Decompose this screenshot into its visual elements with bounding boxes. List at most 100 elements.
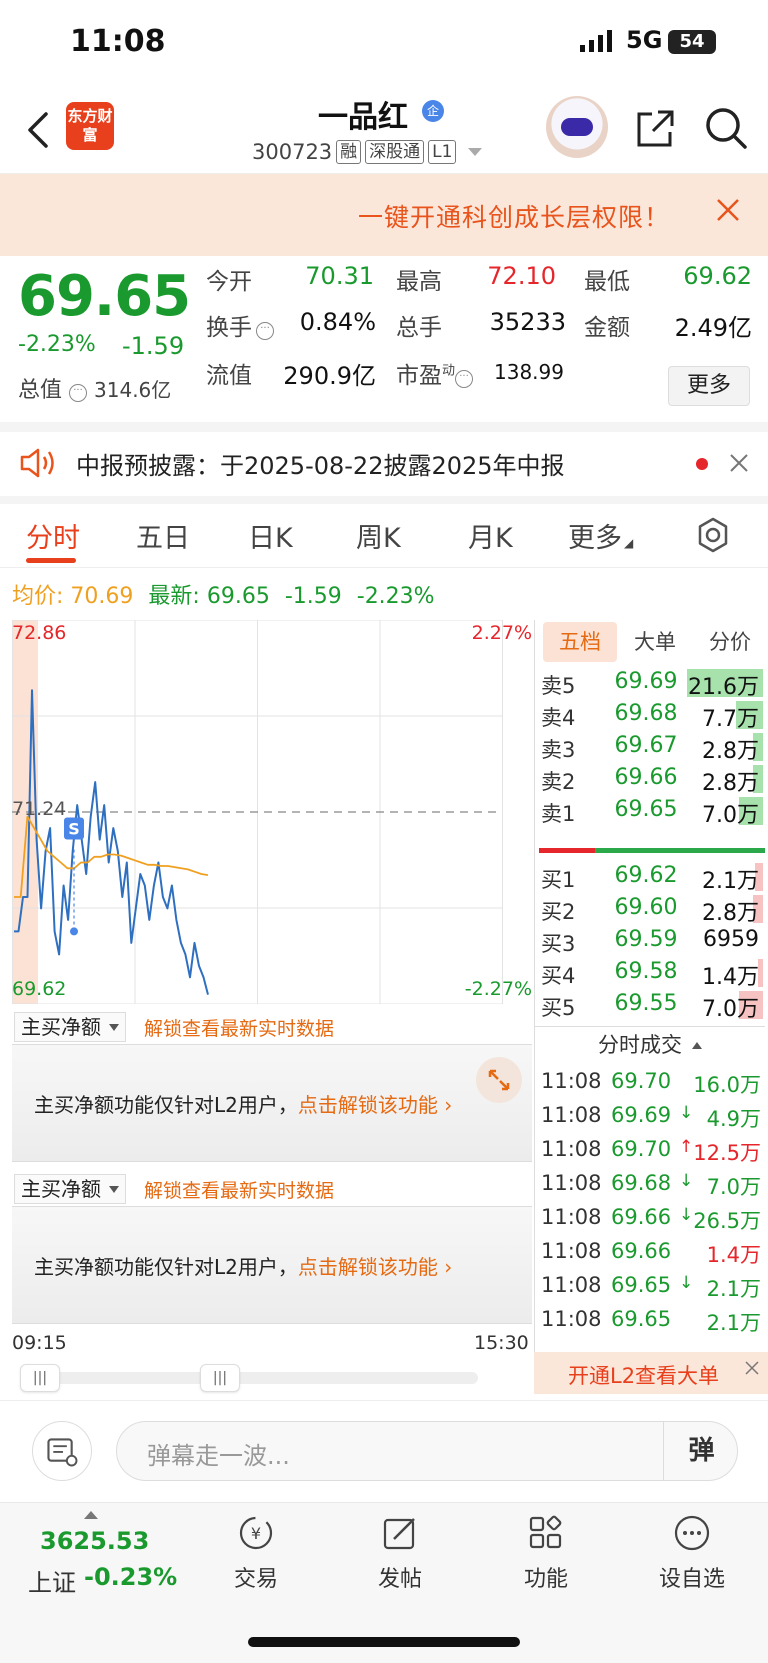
market-cap: 总值 ··· 314.6亿 <box>18 372 171 404</box>
trade-marker-label: S <box>68 820 80 839</box>
volume-value: 35233 <box>489 308 566 336</box>
unlock-feature-link[interactable]: 点击解锁该功能 <box>298 1093 438 1117</box>
chevron-down-icon[interactable] <box>468 148 483 156</box>
share-icon[interactable] <box>634 108 676 150</box>
sell-strength-bar <box>539 848 595 853</box>
bid-volume: 2.8万 <box>702 901 759 926</box>
nav-trade-label: 交易 <box>233 1567 278 1592</box>
info-icon[interactable]: ··· <box>455 370 474 388</box>
bid-row[interactable]: 买5 69.55 7.0万 <box>535 988 765 1022</box>
change-amount: -1.59 <box>122 332 185 360</box>
market-cap-label: 总值 <box>18 378 63 403</box>
range-slider-track[interactable] <box>20 1372 478 1384</box>
caret-up-icon[interactable] <box>84 1511 98 1519</box>
home-indicator <box>248 1637 520 1647</box>
range-slider-handle-right[interactable]: ||| <box>200 1364 240 1392</box>
bid-volume: 1.4万 <box>702 965 759 990</box>
ask-row[interactable]: 卖1 69.65 7.0万 <box>535 794 765 828</box>
bid-row[interactable]: 买3 69.59 6959 <box>535 924 765 958</box>
signal-icon <box>580 30 612 52</box>
ask-volume: 21.6万 <box>688 675 759 700</box>
volume-label: 总手 <box>396 315 442 341</box>
turnover-label: 换手 ··· <box>206 308 274 342</box>
nav-post[interactable]: 发帖 <box>350 1513 450 1593</box>
unlock-link[interactable]: 解锁查看最新实时数据 <box>144 1014 334 1041</box>
indicator-select[interactable]: 主买净额 <box>14 1174 126 1204</box>
tab-weekly-k[interactable]: 周K <box>356 516 401 555</box>
indicator-panel-body: 主买净额功能仅针对L2用户，点击解锁该功能 › <box>12 1044 532 1162</box>
unlock-link[interactable]: 解锁查看最新实时数据 <box>144 1176 334 1203</box>
more-button[interactable]: 更多 <box>668 366 750 406</box>
indicator-select[interactable]: 主买净额 <box>14 1012 126 1042</box>
open-label: 今开 <box>206 269 252 295</box>
tab-intraday[interactable]: 分时 <box>26 516 80 555</box>
ask-row[interactable]: 卖3 69.67 2.8万 <box>535 730 765 764</box>
divider <box>0 422 768 432</box>
promo-text[interactable]: 一键开通科创成长层权限！ <box>358 198 670 234</box>
close-icon[interactable] <box>744 1360 760 1376</box>
assistant-avatar[interactable] <box>546 96 608 158</box>
trade-arrow: ↓ <box>679 1103 694 1123</box>
caret-down-icon <box>109 1024 119 1031</box>
indicator-panel-head: 主买净额 解锁查看最新实时数据 <box>12 1168 532 1206</box>
close-icon[interactable] <box>728 452 750 474</box>
nav-trade[interactable]: ¥ 交易 <box>206 1513 306 1593</box>
ask-row[interactable]: 卖2 69.66 2.8万 <box>535 762 765 796</box>
bid-price: 69.55 <box>614 991 678 1016</box>
intraday-chart[interactable]: S 72.86 71.24 69.62 2.27% -2.27% <box>12 620 532 1004</box>
avg-value: 70.69 <box>70 584 134 609</box>
more-dots-icon <box>674 1515 710 1551</box>
index-name[interactable]: 上证 <box>28 1563 76 1598</box>
info-icon[interactable]: ··· <box>256 322 274 340</box>
trades-header[interactable]: 分时成交 <box>535 1026 765 1062</box>
range-slider-handle-left[interactable]: ||| <box>20 1364 60 1392</box>
grid-icon <box>529 1515 562 1549</box>
ask-row[interactable]: 卖4 69.68 7.7万 <box>535 698 765 732</box>
back-icon[interactable] <box>24 110 54 150</box>
ask-price: 69.66 <box>614 765 678 790</box>
float-cap-label: 流值 <box>206 363 252 389</box>
trade-volume: 16.0万 <box>693 1073 761 1097</box>
bid-price: 69.62 <box>614 863 678 888</box>
danmaku-input[interactable]: 弹幕走一波... 弹 <box>116 1421 738 1481</box>
bid-row[interactable]: 买4 69.58 1.4万 <box>535 956 765 990</box>
info-icon[interactable]: ··· <box>69 384 88 402</box>
tab-five-day[interactable]: 五日 <box>136 516 190 555</box>
stock-code-row[interactable]: 300723 融 深股通 L1 <box>252 140 483 164</box>
tab-big-orders[interactable]: 大单 <box>619 622 691 662</box>
bid-row[interactable]: 买2 69.60 2.8万 <box>535 892 765 926</box>
trade-time: 11:08 <box>541 1137 602 1161</box>
tab-price-distribution[interactable]: 分价 <box>693 622 767 662</box>
ask-price: 69.65 <box>614 797 678 822</box>
expand-icon[interactable] <box>476 1057 522 1103</box>
axis-min-price: 69.62 <box>12 978 67 1000</box>
tab-more[interactable]: 更多 ◢ <box>568 516 633 555</box>
notice-bar[interactable]: 中报预披露：于2025-08-22披露2025年中报 <box>0 432 768 496</box>
close-icon[interactable] <box>714 196 742 224</box>
danmaku-send-button[interactable]: 弹 <box>663 1422 739 1480</box>
trade-time: 11:08 <box>541 1205 602 1229</box>
index-change-pct[interactable]: -0.23% <box>84 1563 177 1591</box>
axis-ref-price: 71.24 <box>12 798 67 820</box>
trade-time: 11:08 <box>541 1239 602 1263</box>
bid-label: 买3 <box>541 932 576 956</box>
unlock-feature-link[interactable]: 点击解锁该功能 <box>298 1255 438 1279</box>
tab-five-levels[interactable]: 五档 <box>543 622 617 662</box>
l2-upsell-banner[interactable]: 开通L2查看大单 <box>534 1352 768 1394</box>
nav-add-watchlist[interactable]: 设自选 <box>642 1513 742 1593</box>
promo-banner[interactable]: 一键开通科创成长层权限！ <box>0 174 768 256</box>
battery-icon: 54 <box>668 30 716 54</box>
index-value[interactable]: 3625.53 <box>40 1527 149 1555</box>
gear-icon[interactable] <box>694 516 732 554</box>
nav-functions[interactable]: 功能 <box>496 1513 596 1593</box>
ask-label: 卖5 <box>541 674 576 698</box>
danmaku-settings-icon[interactable] <box>32 1421 92 1481</box>
tab-monthly-k[interactable]: 月K <box>468 516 513 555</box>
bid-row[interactable]: 买1 69.62 2.1万 <box>535 860 765 894</box>
tab-daily-k[interactable]: 日K <box>248 516 293 555</box>
ask-row[interactable]: 卖5 69.69 21.6万 <box>535 666 765 700</box>
notice-text[interactable]: 中报预披露：于2025-08-22披露2025年中报 <box>76 446 565 481</box>
l2-banner-text[interactable]: 开通L2查看大单 <box>568 1360 719 1390</box>
high-value: 72.10 <box>487 262 556 290</box>
search-icon[interactable] <box>704 106 748 150</box>
